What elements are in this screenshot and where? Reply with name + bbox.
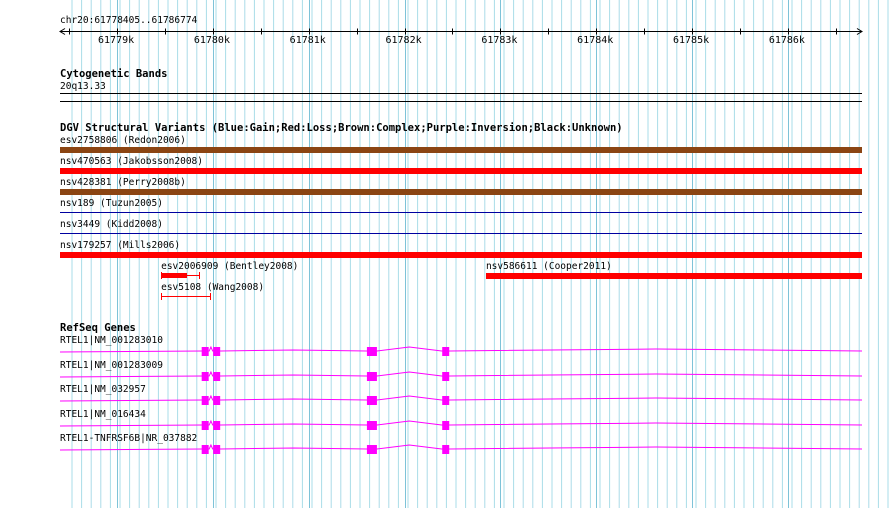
gene-intron-line: [59, 345, 863, 353]
gene-exon: [201, 347, 209, 356]
variant-feature[interactable]: [60, 252, 862, 258]
ruler-tick-label: 61780k: [193, 35, 230, 46]
gene-intron-line: [59, 443, 863, 451]
variant-label: nsv3449 (Kidd2008): [60, 219, 163, 230]
variant-solid-segment: [161, 273, 187, 278]
gene-exon: [213, 371, 221, 381]
cytoband-line-bottom: [60, 101, 862, 102]
variant-feature[interactable]: [60, 233, 862, 234]
ruler-tick-label: 61786k: [768, 35, 805, 46]
dgv-track-title: DGV Structural Variants (Blue:Gain;Red:L…: [60, 122, 623, 134]
gene-exon: [213, 420, 221, 430]
gene-exon: [201, 396, 209, 405]
variant-label: nsv179257 (Mills2006): [60, 240, 181, 251]
gene-feature[interactable]: [0, 392, 890, 408]
variant-feature[interactable]: [60, 168, 862, 174]
ruler-coordinates: chr20:61778405..61786774: [60, 15, 198, 26]
variant-endcap: [209, 293, 211, 300]
gene-exon: [213, 445, 221, 454]
cytoband-label: 20q13.33: [60, 81, 106, 92]
gene-exon: [201, 445, 209, 454]
gene-exon: [366, 420, 377, 430]
gene-exon: [442, 445, 450, 454]
gene-intron-line: [59, 394, 863, 402]
genome-browser: chr20:61778405..61786774 61779k 61780k 617…: [0, 0, 890, 508]
variant-feature[interactable]: [485, 273, 862, 279]
gene-feature[interactable]: [0, 417, 890, 433]
cytoband-line-top: [60, 93, 862, 94]
variant-feature[interactable]: [60, 212, 862, 213]
variant-endcap: [161, 293, 163, 300]
gene-intron-line: [59, 419, 863, 426]
variant-feature[interactable]: [60, 147, 862, 153]
variant-label: esv2758806 (Redon2006): [60, 135, 186, 146]
ruler-tick-label: 61784k: [577, 35, 614, 46]
gene-exon: [442, 347, 450, 356]
gene-feature[interactable]: [0, 441, 890, 457]
gene-exon: [366, 445, 377, 454]
variant-label: nsv428381 (Perry2008b): [60, 177, 186, 188]
gene-intron-line: [59, 370, 863, 377]
gene-exon: [442, 371, 450, 381]
gene-feature[interactable]: [0, 343, 890, 359]
gene-exon: [201, 420, 209, 430]
ruler-tick-label: 61785k: [672, 35, 710, 46]
variant-endcap: [199, 272, 201, 279]
gene-exon: [213, 347, 221, 356]
variant-label: esv5108 (Wang2008): [161, 282, 265, 293]
gene-feature[interactable]: [0, 368, 890, 384]
variant-label: nsv586611 (Cooper2011): [485, 261, 612, 272]
gene-exon: [201, 371, 209, 381]
variant-label: nsv189 (Tuzun2005): [60, 198, 163, 209]
ruler-tick-label: 61779k: [98, 35, 135, 46]
gene-exon: [366, 347, 377, 356]
gene-exon: [213, 396, 221, 405]
cytoband-track-title: Cytogenetic Bands: [60, 68, 168, 80]
ruler-tick-label: 61781k: [289, 35, 326, 46]
variant-label: esv2006909 (Bentley2008): [161, 261, 299, 272]
gene-exon: [366, 371, 377, 381]
variant-feature[interactable]: [161, 296, 210, 297]
gene-exon: [442, 420, 450, 430]
ruler-tick-label: 61782k: [385, 35, 422, 46]
variant-label: nsv470563 (Jakobsson2008): [60, 156, 203, 167]
variant-feature[interactable]: [60, 189, 862, 195]
gene-exon: [366, 396, 377, 405]
ruler-tick-label: 61783k: [481, 35, 518, 46]
gene-exon: [442, 396, 450, 405]
refseq-track-title: RefSeq Genes: [60, 322, 136, 334]
